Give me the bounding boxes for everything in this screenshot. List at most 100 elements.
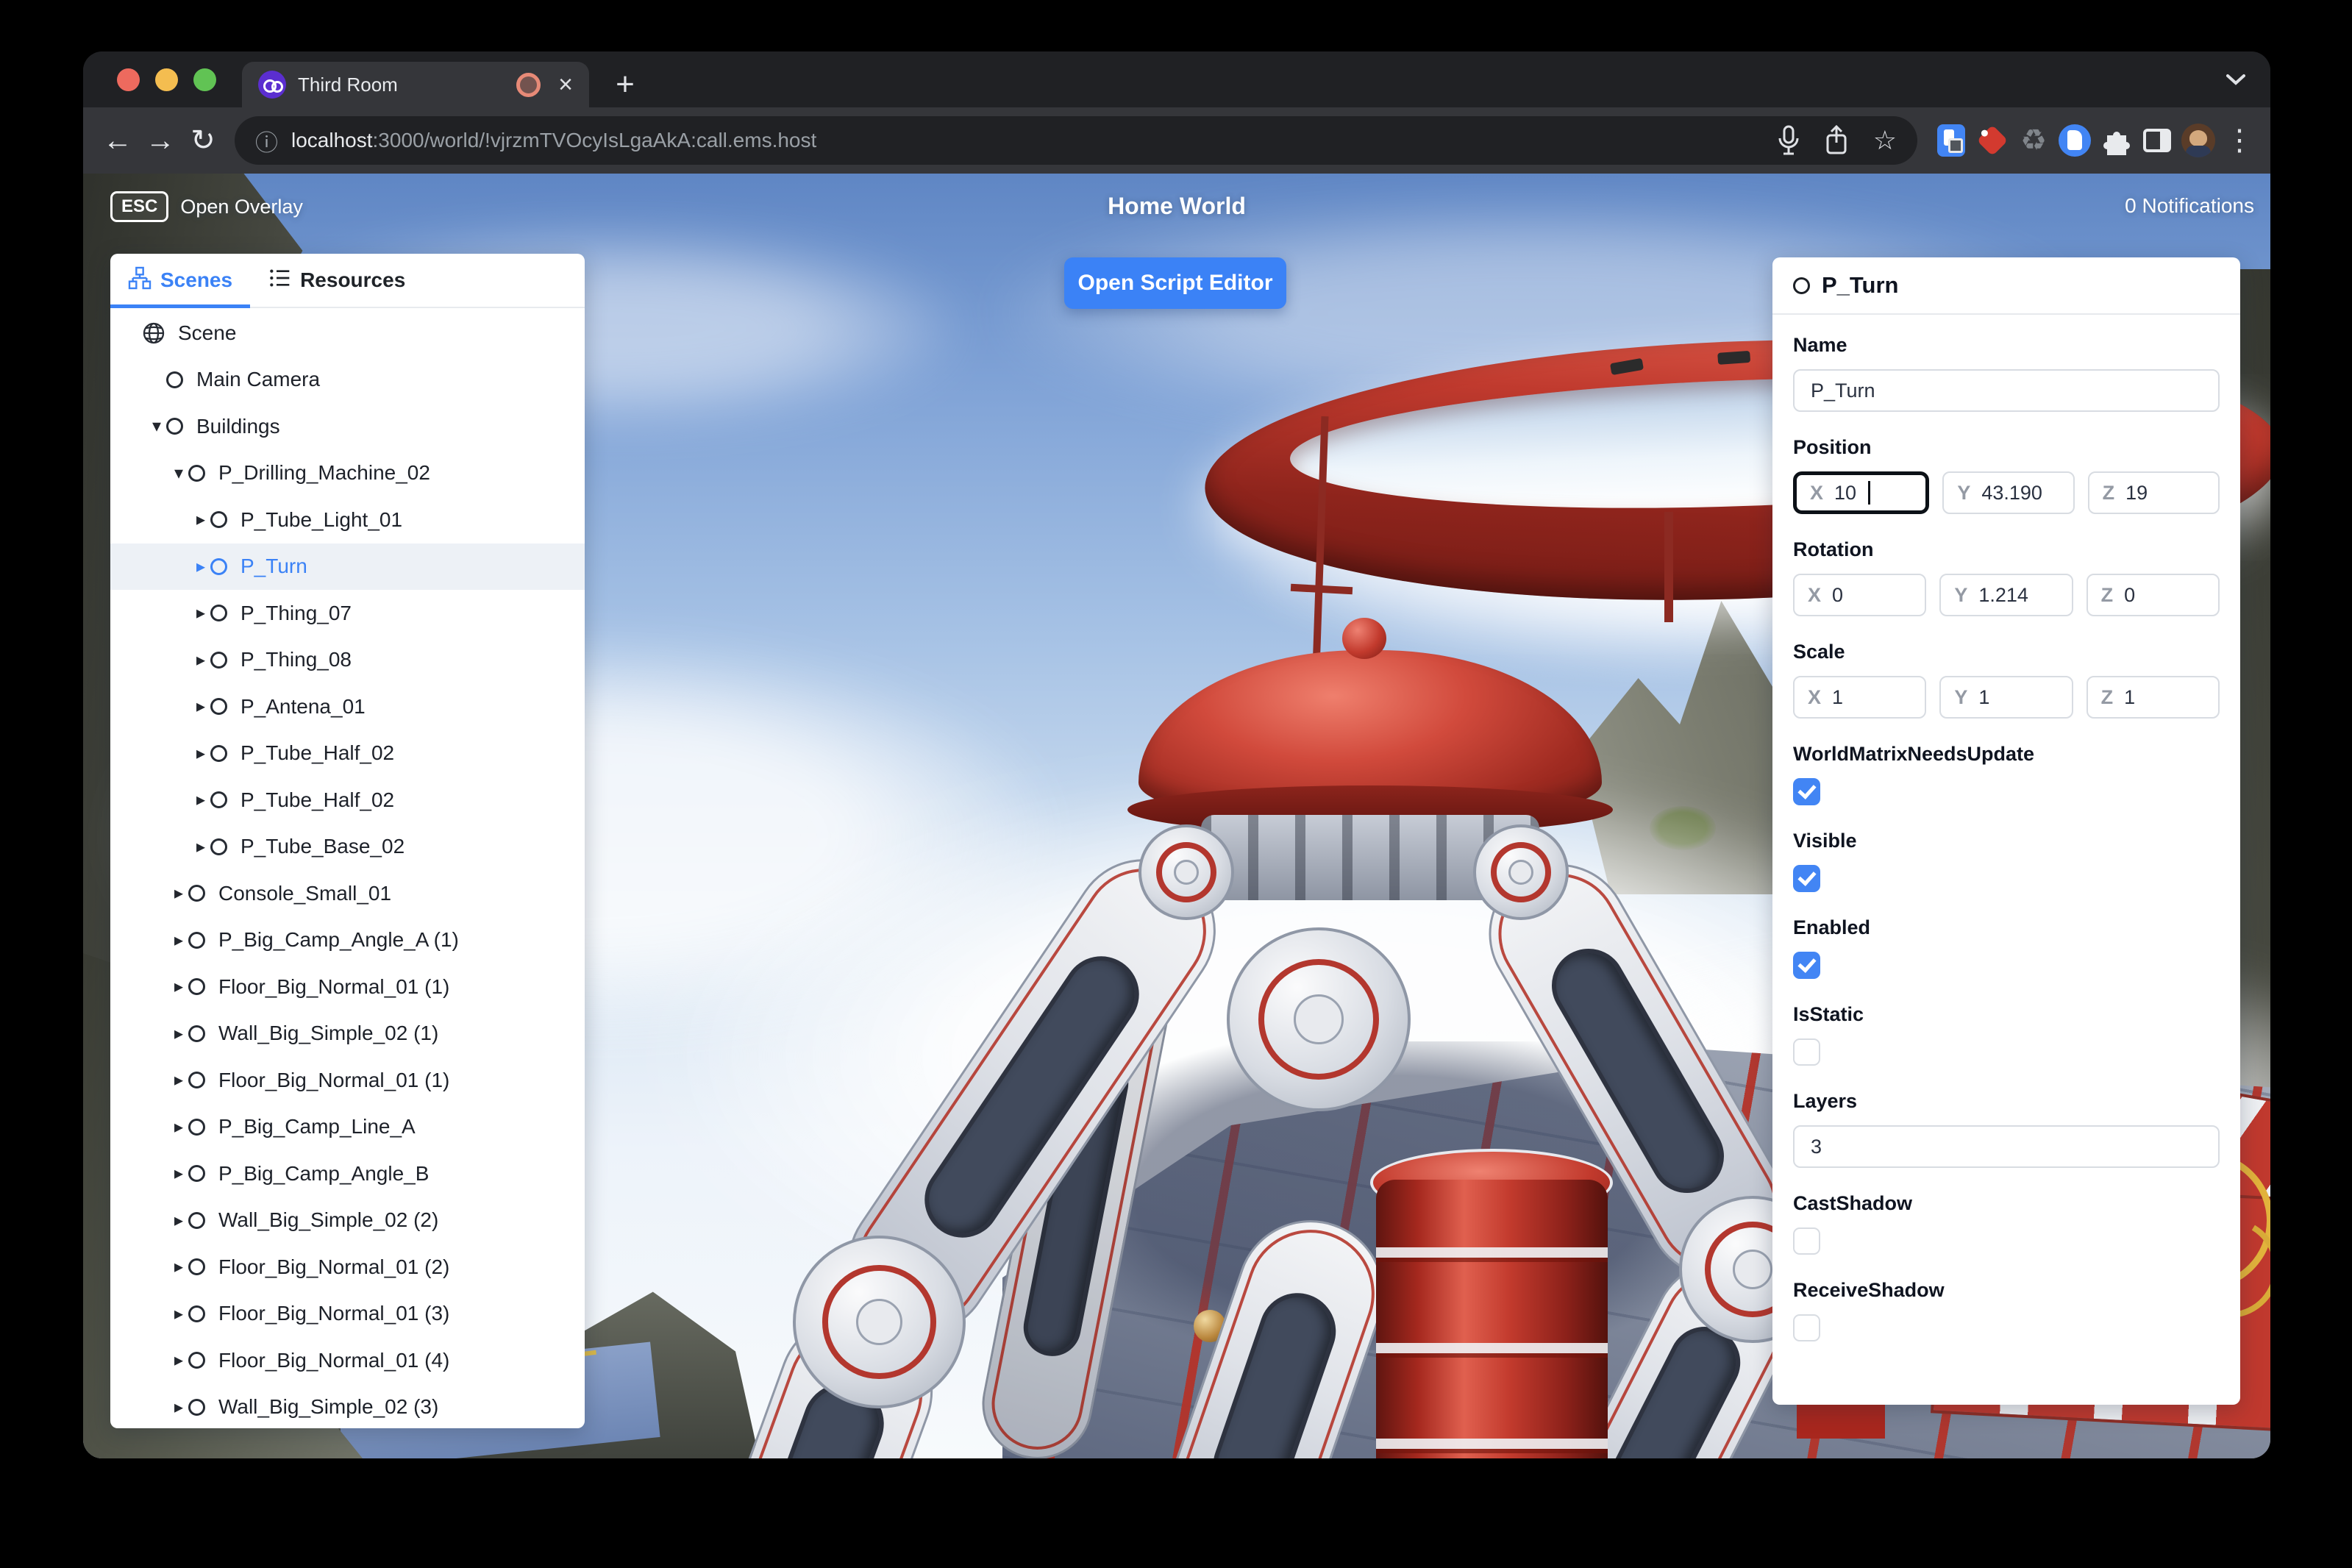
tree-item-floor-big-normal-01-4[interactable]: ▸ Floor_Big_Normal_01 (4) <box>110 1337 585 1384</box>
tree-item-wall-big-simple-02-2[interactable]: ▸ Wall_Big_Simple_02 (2) <box>110 1197 585 1244</box>
open-script-editor-button[interactable]: Open Script Editor <box>1064 257 1286 309</box>
tree-item-floor-big-normal-01-2[interactable]: ▸ Floor_Big_Normal_01 (2) <box>110 1244 585 1291</box>
entity-circle-icon <box>188 1165 205 1183</box>
isStatic-checkbox[interactable] <box>1793 1038 1820 1066</box>
caret-right-icon[interactable]: ▸ <box>169 1397 188 1418</box>
position-z-input[interactable]: Z 19 <box>2087 471 2220 514</box>
caret-right-icon[interactable]: ▸ <box>191 602 210 624</box>
caret-right-icon[interactable]: ▸ <box>191 509 210 530</box>
tree-item-label: P_Antena_01 <box>240 694 366 718</box>
minimize-window-button[interactable] <box>155 68 178 91</box>
close-window-button[interactable] <box>117 68 140 91</box>
caret-down-icon[interactable]: ▾ <box>147 416 166 437</box>
caret-right-icon[interactable]: ▸ <box>169 1023 188 1044</box>
caret-right-icon[interactable]: ▸ <box>191 789 210 810</box>
extensions-puzzle-icon[interactable] <box>2098 123 2134 158</box>
tree-item-main-camera[interactable]: Main Camera <box>110 357 585 404</box>
tree-item-p-turn[interactable]: ▸ P_Turn <box>110 543 585 590</box>
tree-item-p-thing-08[interactable]: ▸ P_Thing_08 <box>110 637 585 684</box>
microphone-icon[interactable] <box>1778 125 1800 156</box>
tab-search-chevron-icon[interactable] <box>2226 74 2245 85</box>
scale-x-input[interactable]: X1 <box>1793 676 1927 719</box>
browser-menu-icon[interactable]: ⋮ <box>2222 123 2257 158</box>
zoom-window-button[interactable] <box>193 68 216 91</box>
caret-right-icon[interactable]: ▸ <box>169 1116 188 1138</box>
red-diamond-extension-icon[interactable] <box>1975 123 2010 158</box>
caret-right-icon[interactable]: ▸ <box>169 1069 188 1091</box>
tree-item-wall-big-simple-02-1[interactable]: ▸ Wall_Big_Simple_02 (1) <box>110 1011 585 1058</box>
name-input[interactable]: P_Turn <box>1793 369 2220 412</box>
caret-right-icon[interactable]: ▸ <box>169 1256 188 1277</box>
tree-item-console-small-01[interactable]: ▸ Console_Small_01 <box>110 870 585 917</box>
tree-item-floor-big-normal-01-3[interactable]: ▸ Floor_Big_Normal_01 (3) <box>110 1291 585 1338</box>
back-icon[interactable]: ← <box>96 124 139 157</box>
tab-scenes[interactable]: Scenes <box>110 254 251 308</box>
profile-avatar[interactable] <box>2181 123 2216 158</box>
caret-right-icon[interactable]: ▸ <box>169 883 188 904</box>
caret-right-icon[interactable]: ▸ <box>169 1210 188 1231</box>
rotation-x-input[interactable]: X0 <box>1793 574 1927 616</box>
caret-right-icon[interactable]: ▸ <box>191 556 210 577</box>
rotation-z-input[interactable]: Z0 <box>2086 574 2220 616</box>
caret-right-icon[interactable]: ▸ <box>191 743 210 764</box>
tree-item-p-big-camp-angle-b[interactable]: ▸ P_Big_Camp_Angle_B <box>110 1150 585 1197</box>
entity-circle-icon <box>210 698 227 716</box>
bookmark-star-icon[interactable]: ☆ <box>1873 125 1897 156</box>
tree-item-label: P_Big_Camp_Angle_A (1) <box>218 928 459 952</box>
rotation-y-input[interactable]: Y 1.214 <box>1939 574 2073 616</box>
tree-item-p-tube-half-02[interactable]: ▸ P_Tube_Half_02 <box>110 730 585 777</box>
tree-item-floor-big-normal-01-1[interactable]: ▸ Floor_Big_Normal_01 (1) <box>110 963 585 1011</box>
tab-close-icon[interactable]: × <box>558 72 573 97</box>
caret-right-icon[interactable]: ▸ <box>169 930 188 951</box>
recycle-extension-icon[interactable]: ♻ <box>2016 123 2051 158</box>
reader-extension-icon[interactable] <box>2057 123 2092 158</box>
tree-item-p-big-camp-line-a[interactable]: ▸ P_Big_Camp_Line_A <box>110 1104 585 1151</box>
visible-checkbox[interactable] <box>1793 865 1820 892</box>
browser-tab[interactable]: Third Room × <box>242 62 589 107</box>
worldMatrixNeedsUpdate-checkbox[interactable] <box>1793 778 1820 805</box>
tree-item-p-tube-base-02[interactable]: ▸ P_Tube_Base_02 <box>110 824 585 871</box>
caret-right-icon[interactable]: ▸ <box>169 1350 188 1371</box>
browser-window: Third Room × + ← → ↻ ⓘ localhost:3000/wo… <box>83 51 2270 1458</box>
enabled-checkbox[interactable] <box>1793 952 1820 979</box>
new-tab-button[interactable]: + <box>607 66 644 103</box>
field-value: 0 <box>1832 583 1844 606</box>
scale-z-input[interactable]: Z1 <box>2086 676 2220 719</box>
caret-right-icon[interactable]: ▸ <box>169 1163 188 1184</box>
tree-item-p-antena-01[interactable]: ▸ P_Antena_01 <box>110 683 585 730</box>
caret-right-icon[interactable]: ▸ <box>169 976 188 997</box>
tree-item-p-tube-half-02[interactable]: ▸ P_Tube_Half_02 <box>110 777 585 824</box>
position-x-input[interactable]: X 10 <box>1793 471 1930 514</box>
address-bar[interactable]: ⓘ localhost:3000/world/!vjrzmTVOcyIsLgaA… <box>235 116 1917 165</box>
reload-icon[interactable]: ↻ <box>182 124 224 157</box>
caret-right-icon[interactable]: ▸ <box>191 696 210 717</box>
receiveShadow-checkbox[interactable] <box>1793 1314 1820 1341</box>
field-value: 0 <box>2124 583 2136 606</box>
caret-down-icon[interactable]: ▾ <box>169 463 188 484</box>
tab-resources[interactable]: Resources <box>250 254 423 307</box>
entity-circle-icon <box>210 557 227 575</box>
position-y-input[interactable]: Y 43.190 <box>1942 471 2075 514</box>
tree-item-scene[interactable]: Scene <box>110 310 585 357</box>
open-overlay-hint[interactable]: ESC Open Overlay <box>110 191 303 222</box>
caret-right-icon[interactable]: ▸ <box>191 836 210 858</box>
layers-input[interactable]: 3 <box>1793 1125 2220 1168</box>
scale-y-input[interactable]: Y1 <box>1939 676 2073 719</box>
password-shield-extension-icon[interactable] <box>1934 123 1969 158</box>
inspector-header: P_Turn <box>1772 257 2240 315</box>
notifications-label[interactable]: 0 Notifications <box>2125 194 2254 218</box>
caret-right-icon[interactable]: ▸ <box>191 649 210 671</box>
forward-icon[interactable]: → <box>139 124 182 157</box>
tree-item-p-thing-07[interactable]: ▸ P_Thing_07 <box>110 590 585 637</box>
site-info-icon[interactable]: ⓘ <box>255 124 278 157</box>
tree-item-wall-big-simple-02-3[interactable]: ▸ Wall_Big_Simple_02 (3) <box>110 1384 585 1429</box>
castShadow-checkbox[interactable] <box>1793 1227 1820 1255</box>
tree-item-p-tube-light-01[interactable]: ▸ P_Tube_Light_01 <box>110 496 585 544</box>
tree-item-floor-big-normal-01-1[interactable]: ▸ Floor_Big_Normal_01 (1) <box>110 1057 585 1104</box>
caret-right-icon[interactable]: ▸ <box>169 1303 188 1325</box>
side-panel-icon[interactable] <box>2139 123 2175 158</box>
tree-item-buildings[interactable]: ▾ Buildings <box>110 403 585 450</box>
tree-item-p-drilling-machine-02[interactable]: ▾ P_Drilling_Machine_02 <box>110 450 585 497</box>
share-icon[interactable] <box>1825 125 1848 156</box>
tree-item-p-big-camp-angle-a-1[interactable]: ▸ P_Big_Camp_Angle_A (1) <box>110 917 585 964</box>
